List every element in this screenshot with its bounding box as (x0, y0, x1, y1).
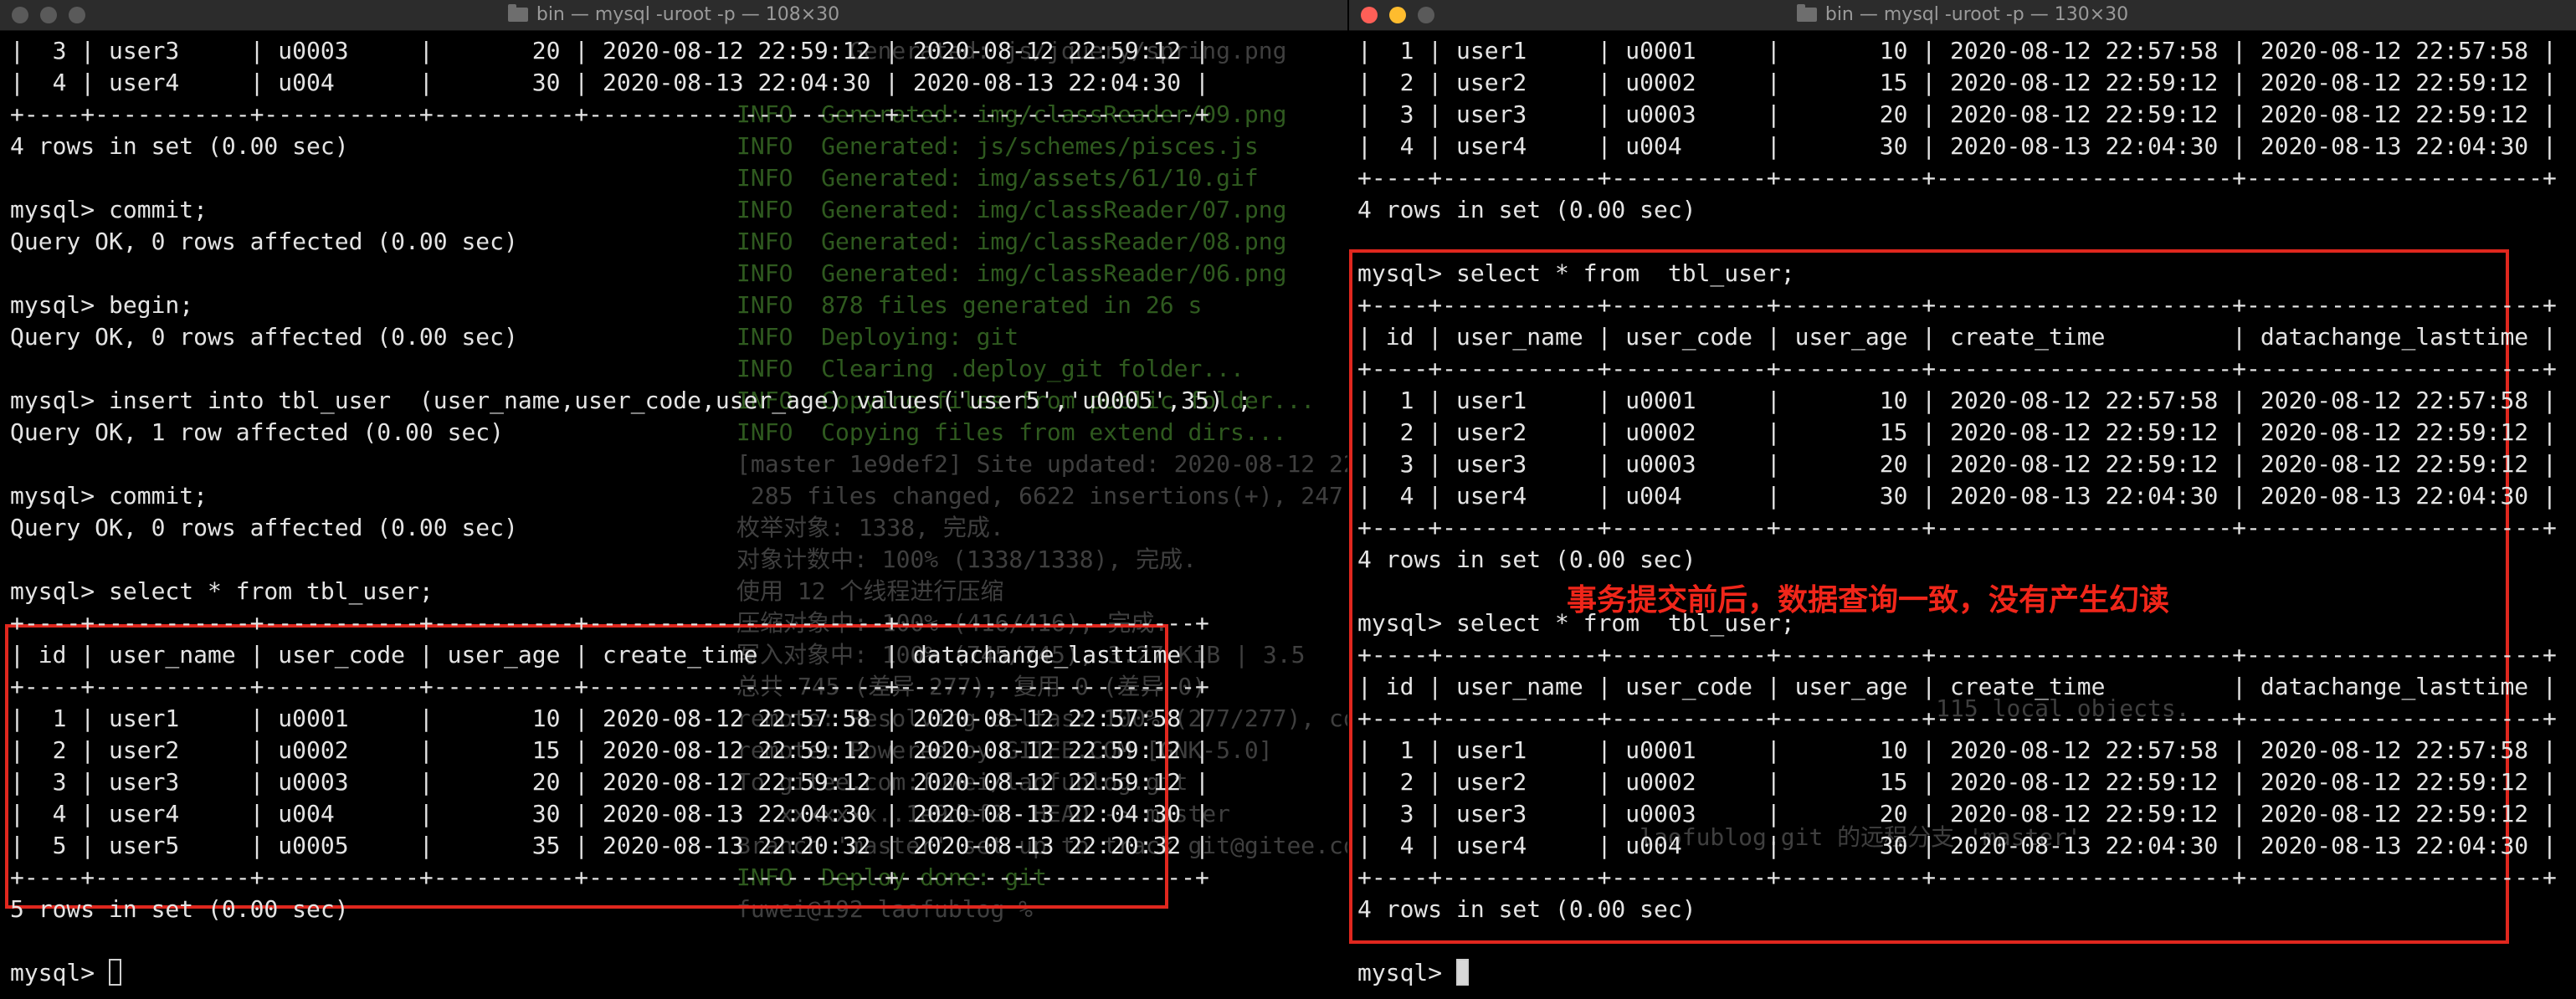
terminal-line: | 4 | user4 | u004 | 30 | 2020-08-13 22:… (1357, 832, 2557, 859)
text-cursor (109, 959, 122, 986)
terminal-line: | 3 | user3 | u0003 | 20 | 2020-08-12 22… (1357, 450, 2557, 478)
terminal-line: 4 rows in set (0.00 sec) (10, 132, 349, 160)
title-bar[interactable]: bin — mysql -uroot -p — 130×30 (1349, 0, 2576, 31)
terminal-line: mysql> select * from tbl_user; (1357, 259, 1795, 287)
terminal-line: Query OK, 0 rows affected (0.00 sec) (10, 323, 518, 351)
terminal-line: Query OK, 0 rows affected (0.00 sec) (10, 514, 518, 541)
terminal-line: +----+-----------+-----------+----------… (10, 609, 1209, 637)
background-output-line: 285 files changed, 6622 insertions(+), 2… (736, 482, 1347, 510)
background-output-line: INFO Copying files from extend dirs... (736, 418, 1287, 446)
terminal-output[interactable]: laofublog.git 的远程分支 'master' 115 local o… (1349, 30, 2576, 999)
terminal-line: | 3 | user3 | u0003 | 20 | 2020-08-12 22… (10, 37, 1209, 64)
terminal-line: | 3 | user3 | u0003 | 20 | 2020-08-12 22… (10, 768, 1209, 796)
terminal-line: | 2 | user2 | u0002 | 15 | 2020-08-12 22… (1357, 418, 2557, 446)
terminal-line: +----+-----------+-----------+----------… (1357, 355, 2557, 382)
terminal-line: mysql> (10, 957, 122, 989)
background-output-line: 对象计数中: 100% (1338/1338), 完成. (736, 546, 1198, 573)
terminal-line: | 2 | user2 | u0002 | 15 | 2020-08-12 22… (1357, 768, 2557, 796)
folder-icon (507, 4, 528, 22)
terminal-line: +----+-----------+-----------+----------… (10, 863, 1209, 891)
terminal-line: | id | user_name | user_code | user_age … (10, 641, 1209, 669)
terminal-line: | 1 | user1 | u0001 | 10 | 2020-08-12 22… (10, 704, 1209, 732)
terminal-line: | 4 | user4 | u004 | 30 | 2020-08-13 22:… (1357, 482, 2557, 510)
terminal-window-left[interactable]: bin — mysql -uroot -p — 108×30 fuwei@192… (0, 0, 1347, 999)
terminal-line: | 3 | user3 | u0003 | 20 | 2020-08-12 22… (1357, 800, 2557, 827)
terminal-line: mysql> select * from tbl_user; (1357, 609, 1795, 637)
background-output-line: INFO Clearing .deploy_git folder... (736, 355, 1244, 382)
terminal-line: | 4 | user4 | u004 | 30 | 2020-08-13 22:… (10, 800, 1209, 827)
terminal-line: | 4 | user4 | u004 | 30 | 2020-08-13 22:… (1357, 132, 2557, 160)
terminal-line: | 2 | user2 | u0002 | 15 | 2020-08-12 22… (1357, 69, 2557, 96)
window-title: bin — mysql -uroot -p — 108×30 (0, 0, 1347, 30)
terminal-line: 4 rows in set (0.00 sec) (1357, 546, 1696, 573)
terminal-line: | 1 | user1 | u0001 | 10 | 2020-08-12 22… (1357, 387, 2557, 414)
terminal-line: mysql> commit; (10, 482, 208, 510)
terminal-line: | id | user_name | user_code | user_age … (1357, 673, 2557, 700)
terminal-line: +----+-----------+-----------+----------… (1357, 514, 2557, 541)
background-output-line: INFO Generated: img/assets/61/10.gif (736, 164, 1259, 192)
terminal-line: +----+-----------+-----------+----------… (10, 673, 1209, 700)
background-output-line: 使用 12 个线程进行压缩 (736, 577, 1004, 605)
terminal-line: +----+-----------+-----------+----------… (1357, 164, 2557, 192)
title-bar[interactable]: bin — mysql -uroot -p — 108×30 (0, 0, 1347, 31)
background-output-line: INFO Generated: img/classReader/06.png (736, 259, 1287, 287)
terminal-line: | 3 | user3 | u0003 | 20 | 2020-08-12 22… (1357, 100, 2557, 128)
background-output-line: INFO Generated: js/schemes/pisces.js (736, 132, 1259, 160)
terminal-line: | 1 | user1 | u0001 | 10 | 2020-08-12 22… (1357, 736, 2557, 764)
window-title: bin — mysql -uroot -p — 130×30 (1349, 0, 2576, 30)
terminal-line: +----+-----------+-----------+----------… (10, 100, 1209, 128)
terminal-line: mysql> commit; (10, 196, 208, 223)
terminal-line: | id | user_name | user_code | user_age … (1357, 323, 2557, 351)
terminal-line: +----+-----------+-----------+----------… (1357, 704, 2557, 732)
terminal-output[interactable]: fuwei@192 laofublog % INFO Deploy done: … (0, 30, 1347, 999)
text-cursor (1456, 959, 1470, 986)
terminal-line: +----+-----------+-----------+----------… (1357, 863, 2557, 891)
terminal-line: | 5 | user5 | u0005 | 35 | 2020-08-13 22… (10, 832, 1209, 859)
terminal-line: +----+-----------+-----------+----------… (1357, 291, 2557, 319)
terminal-line: Query OK, 1 row affected (0.00 sec) (10, 418, 505, 446)
terminal-line: | 4 | user4 | u004 | 30 | 2020-08-13 22:… (10, 69, 1209, 96)
folder-icon (1796, 4, 1817, 22)
terminal-line: +----+-----------+-----------+----------… (1357, 641, 2557, 669)
terminal-line: mysql> (1357, 957, 1470, 989)
background-output-line: INFO Generated: img/classReader/07.png (736, 196, 1287, 223)
terminal-line: 4 rows in set (0.00 sec) (1357, 196, 1696, 223)
background-output-line: 枚举对象: 1338, 完成. (736, 514, 1004, 541)
background-output-line: INFO 878 files generated in 26 s (736, 291, 1203, 319)
terminal-line: Query OK, 0 rows affected (0.00 sec) (10, 228, 518, 255)
terminal-line: mysql> select * from tbl_user; (10, 577, 434, 605)
terminal-line: mysql> insert into tbl_user (user_name,u… (10, 387, 1252, 414)
terminal-line: 5 rows in set (0.00 sec) (10, 895, 349, 923)
terminal-line: 4 rows in set (0.00 sec) (1357, 895, 1696, 923)
background-output-line: INFO Deploying: git (736, 323, 1019, 351)
terminal-line: mysql> begin; (10, 291, 194, 319)
window-title-text: bin — mysql -uroot -p — 130×30 (1824, 4, 2129, 25)
terminal-window-right[interactable]: bin — mysql -uroot -p — 130×30 laofublog… (1349, 0, 2576, 999)
background-output-line: [master 1e9def2] Site updated: 2020-08-1… (736, 450, 1347, 478)
terminal-line: | 1 | user1 | u0001 | 10 | 2020-08-12 22… (1357, 37, 2557, 64)
window-title-text: bin — mysql -uroot -p — 108×30 (536, 4, 840, 25)
background-output-line: INFO Generated: img/classReader/08.png (736, 228, 1287, 255)
terminal-line: | 2 | user2 | u0002 | 15 | 2020-08-12 22… (10, 736, 1209, 764)
